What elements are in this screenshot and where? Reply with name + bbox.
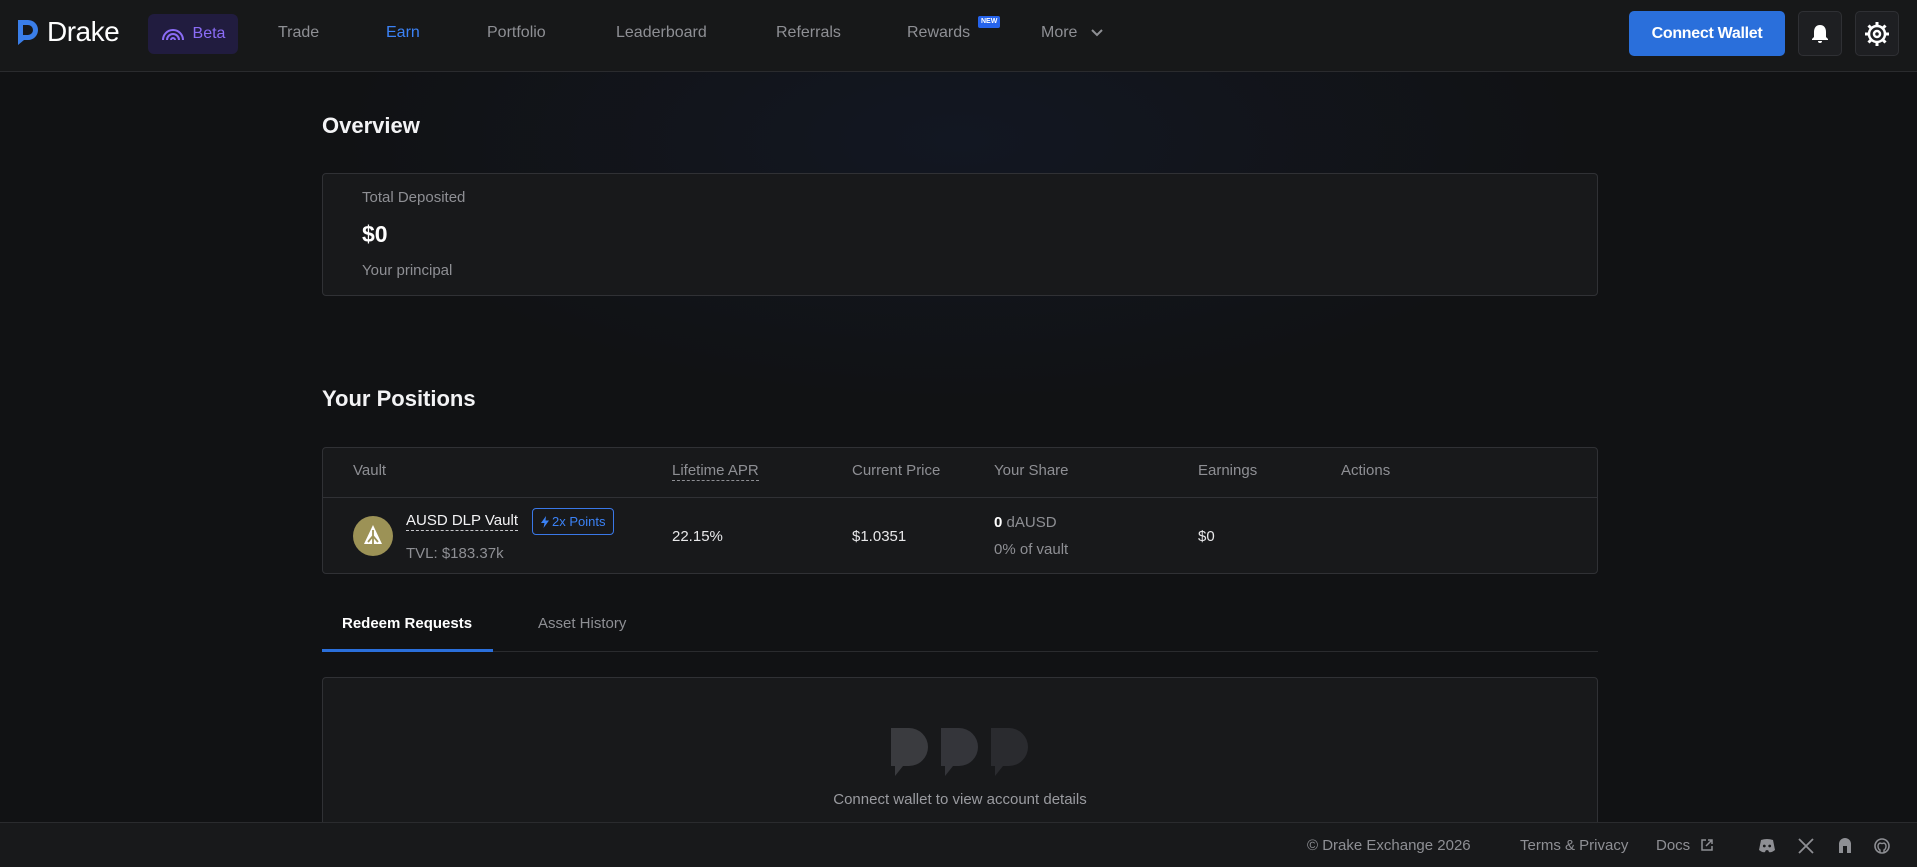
terms-link[interactable]: Terms & Privacy [1520, 837, 1628, 854]
active-tab-indicator [322, 649, 493, 652]
col-earnings: Earnings [1198, 462, 1258, 479]
discord-icon[interactable] [1758, 838, 1776, 854]
mirror-icon[interactable] [1836, 838, 1854, 854]
redeem-requests-panel: Connect wallet to view account details [322, 677, 1598, 837]
external-link-icon [1701, 839, 1713, 851]
new-badge: NEW [978, 16, 1001, 28]
chevron-down-icon[interactable] [1090, 28, 1104, 38]
nav-referrals[interactable]: Referrals [776, 24, 841, 42]
vault-name-link[interactable]: AUSD DLP Vault [406, 512, 518, 531]
share-unit: dAUSD [1006, 514, 1057, 531]
copyright-text: © Drake Exchange 2026 [1307, 837, 1471, 854]
gear-icon [1865, 21, 1889, 46]
nav-leaderboard[interactable]: Leaderboard [616, 24, 707, 42]
brand-logo[interactable]: Drake [18, 16, 120, 48]
positions-title: Your Positions [322, 386, 476, 411]
nav-portfolio[interactable]: Portfolio [487, 24, 546, 42]
drake-logo-icon [18, 19, 38, 45]
drake-placeholder-icon [891, 728, 1028, 776]
share-percent: 0% of vault [994, 541, 1069, 558]
vault-token-icon [353, 516, 393, 556]
beta-signal-icon [161, 29, 184, 41]
bolt-icon [541, 515, 549, 528]
positions-table: Vault Lifetime APR Current Price Your Sh… [322, 447, 1598, 574]
nav-rewards[interactable]: Rewards [907, 24, 970, 42]
points-badge-label: 2x Points [552, 514, 606, 529]
share-amount: 0 dAUSD [994, 514, 1057, 531]
earnings-value: $0 [1198, 528, 1215, 545]
github-icon[interactable] [1873, 838, 1891, 854]
total-deposited-label: Total Deposited [362, 189, 466, 206]
beta-toggle[interactable]: Beta [148, 14, 238, 54]
tab-redeem-requests[interactable]: Redeem Requests [342, 615, 472, 632]
share-amount-value: 0 [994, 514, 1003, 531]
vault-tvl: TVL: $183.37k [406, 545, 504, 562]
nav-trade[interactable]: Trade [278, 24, 319, 42]
tabs-divider [322, 651, 1598, 652]
nav-earn[interactable]: Earn [386, 24, 420, 42]
tab-asset-history[interactable]: Asset History [538, 615, 626, 632]
lifetime-apr-value: 22.15% [672, 528, 723, 545]
col-vault: Vault [353, 462, 387, 479]
overview-title: Overview [322, 113, 420, 138]
col-actions: Actions [1341, 462, 1391, 479]
beta-label: Beta [192, 25, 226, 42]
col-your-share: Your Share [994, 462, 1069, 479]
x-twitter-icon[interactable] [1797, 838, 1815, 854]
current-price-value: $1.0351 [852, 528, 907, 545]
empty-state-message: Connect wallet to view account details [833, 791, 1087, 808]
nav-more[interactable]: More [1041, 24, 1077, 42]
principal-subtitle: Your principal [362, 262, 453, 279]
notifications-button[interactable] [1798, 11, 1842, 56]
table-row[interactable]: AUSD DLP Vault 2x Points TVL: $183.37k 2… [323, 498, 1597, 574]
overview-card: Total Deposited $0 Your principal [322, 173, 1598, 296]
table-header: Vault Lifetime APR Current Price Your Sh… [323, 448, 1597, 498]
footer: © Drake Exchange 2026 Terms & Privacy Do… [0, 822, 1917, 867]
col-lifetime-apr[interactable]: Lifetime APR [672, 462, 759, 481]
points-badge: 2x Points [532, 508, 615, 535]
tree-icon [364, 525, 382, 546]
settings-button[interactable] [1855, 11, 1899, 56]
connect-wallet-button[interactable]: Connect Wallet [1629, 11, 1785, 56]
bell-icon [1812, 24, 1828, 43]
total-deposited-value: $0 [362, 221, 388, 247]
docs-link[interactable]: Docs [1656, 837, 1690, 854]
col-current-price: Current Price [852, 462, 941, 479]
brand-name: Drake [47, 16, 120, 47]
top-navbar: Drake Beta Trade Earn Portfolio Leaderbo… [0, 0, 1917, 72]
